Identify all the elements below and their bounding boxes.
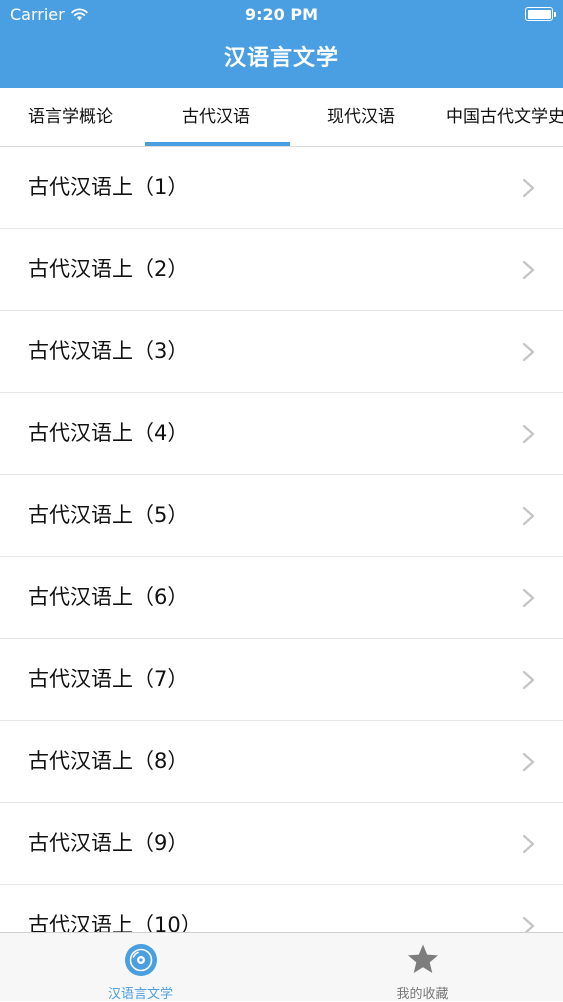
chevron-right-icon: [522, 588, 535, 608]
chevron-right-icon: [522, 916, 535, 932]
tabbar-label: 我的收藏: [396, 987, 449, 1002]
list-item-label: 古代汉语上（9）: [28, 831, 189, 855]
chevron-right-icon: [522, 342, 535, 362]
list-item[interactable]: 古代汉语上（7）: [0, 639, 563, 721]
list-item-label: 古代汉语上（4）: [28, 421, 189, 445]
tabbar-item-favorites[interactable]: 我的收藏: [282, 933, 563, 1002]
list-item[interactable]: 古代汉语上（6）: [0, 557, 563, 639]
header: Carrier 9:20 PM 汉语言文学: [0, 0, 563, 88]
tabbar-label: 汉语言文学: [107, 987, 173, 1002]
list-item[interactable]: 古代汉语上（8）: [0, 721, 563, 803]
page-title: 汉语言文学: [223, 46, 339, 71]
tab-classical-chinese[interactable]: 古代汉语: [182, 88, 250, 146]
category-tabs: 语言学概论 古代汉语 现代汉语 中国古代文学史: [0, 88, 563, 147]
list-item-label: 古代汉语上（6）: [28, 585, 189, 609]
tab-modern-chinese[interactable]: 现代汉语: [327, 88, 395, 146]
chevron-right-icon: [522, 260, 535, 280]
disc-icon: [124, 944, 157, 976]
chevron-right-icon: [522, 834, 535, 854]
bottom-tab-bar: 汉语言文学 我的收藏: [0, 932, 563, 1002]
lesson-list[interactable]: 古代汉语上（1） 古代汉语上（2） 古代汉语上（3） 古代汉语上（4） 古代汉语…: [0, 147, 563, 932]
list-item[interactable]: 古代汉语上（2）: [0, 229, 563, 311]
list-item[interactable]: 古代汉语上（5）: [0, 475, 563, 557]
list-item[interactable]: 古代汉语上（10）: [0, 885, 563, 932]
chevron-right-icon: [522, 752, 535, 772]
list-item-label: 古代汉语上（5）: [28, 503, 189, 527]
tab-selected-indicator: [145, 142, 290, 146]
list-item[interactable]: 古代汉语上（3）: [0, 311, 563, 393]
chevron-right-icon: [522, 424, 535, 444]
list-item-label: 古代汉语上（10）: [28, 913, 202, 932]
tab-ancient-literature-history[interactable]: 中国古代文学史: [446, 88, 563, 146]
tab-linguistics-intro[interactable]: 语言学概论: [28, 88, 113, 146]
list-item-label: 古代汉语上（3）: [28, 339, 189, 363]
status-time: 9:20 PM: [244, 5, 318, 24]
list-item[interactable]: 古代汉语上（4）: [0, 393, 563, 475]
tabbar-item-chinese-literature[interactable]: 汉语言文学: [0, 933, 281, 1002]
battery-icon: [525, 7, 556, 21]
list-item[interactable]: 古代汉语上（9）: [0, 803, 563, 885]
status-bar: Carrier 9:20 PM: [0, 0, 563, 30]
chevron-right-icon: [522, 178, 535, 198]
list-item[interactable]: 古代汉语上（1）: [0, 147, 563, 229]
star-icon: [407, 944, 438, 973]
chevron-right-icon: [522, 670, 535, 690]
list-item-label: 古代汉语上（7）: [28, 667, 189, 691]
list-item-label: 古代汉语上（8）: [28, 749, 189, 773]
list-item-label: 古代汉语上（2）: [28, 257, 189, 281]
chevron-right-icon: [522, 506, 535, 526]
list-item-label: 古代汉语上（1）: [28, 175, 189, 199]
